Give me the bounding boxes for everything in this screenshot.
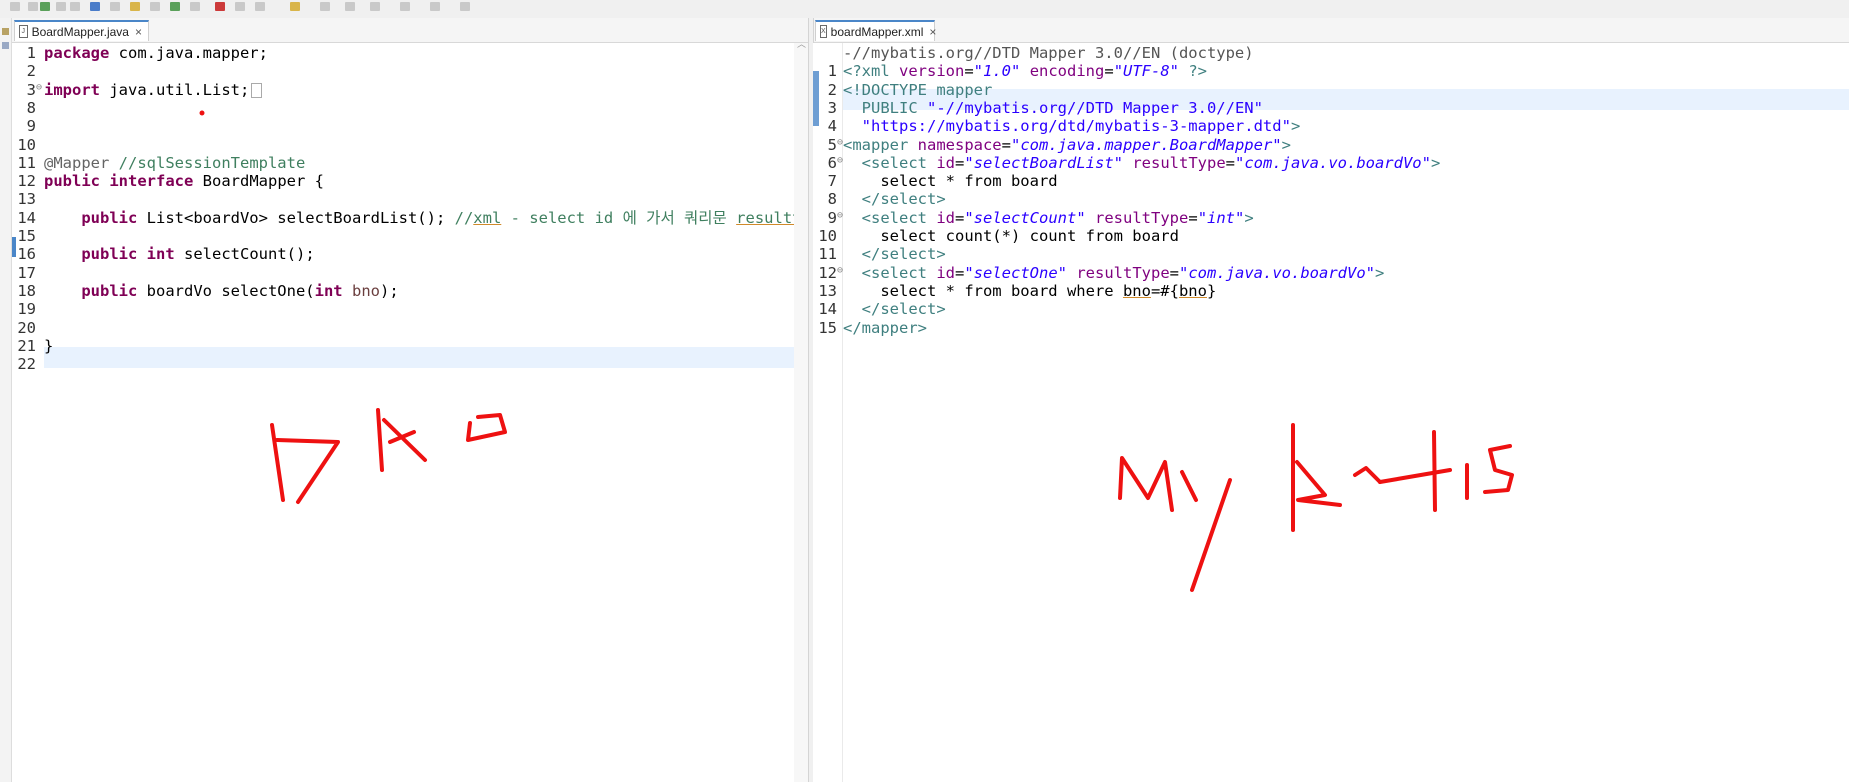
hw-t-stem — [1432, 430, 1437, 512]
hw-o — [466, 413, 507, 442]
hw-a-left — [376, 408, 384, 472]
hw-a-bar — [388, 430, 416, 444]
hw-d-stem — [270, 423, 285, 502]
hw-s — [1483, 444, 1514, 494]
hw-d-bowl — [275, 438, 340, 504]
red-dot — [199, 110, 205, 116]
handwriting-dao — [270, 408, 507, 504]
hw-y — [1180, 470, 1232, 592]
handwriting-layer — [199, 110, 1514, 592]
handwriting-mybatis — [1118, 423, 1514, 592]
hw-t-bar — [1378, 468, 1452, 484]
hw-b-bowl — [1295, 460, 1342, 507]
hw-m — [1118, 456, 1174, 512]
hw-a — [1353, 466, 1382, 484]
